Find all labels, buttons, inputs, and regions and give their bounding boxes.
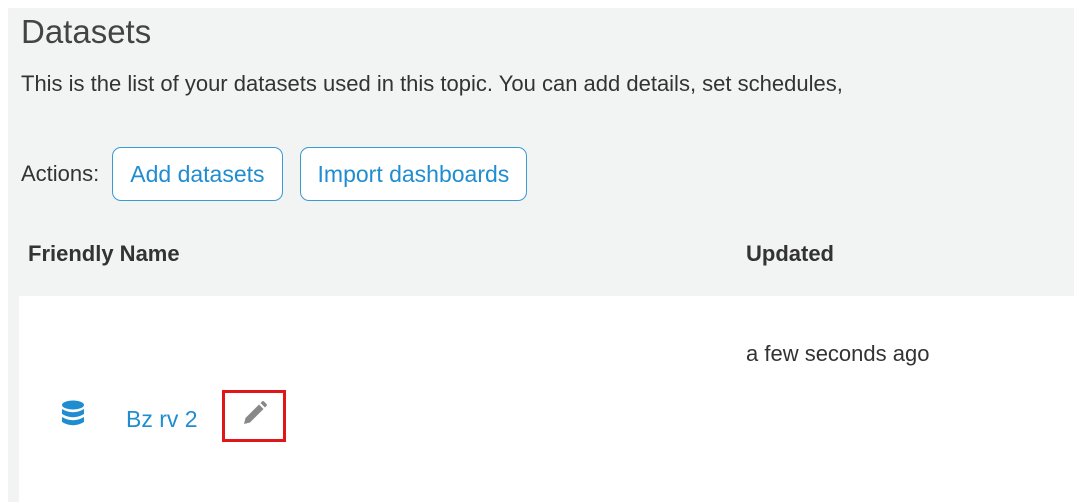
database-icon — [61, 400, 85, 430]
page-description: This is the list of your datasets used i… — [21, 71, 843, 96]
datasets-panel: Datasets This is the list of your datase… — [8, 8, 1074, 502]
column-header-friendly-name[interactable]: Friendly Name — [28, 241, 180, 267]
updated-cell: a few seconds ago — [746, 341, 930, 366]
add-datasets-button[interactable]: Add datasets — [112, 147, 283, 201]
import-dashboards-button[interactable]: Import dashboards — [299, 147, 528, 201]
pencil-icon — [240, 400, 268, 433]
actions-bar: Actions: Add datasets Import dashboards — [21, 146, 544, 202]
table-row: Bz rv 2 a few seconds ago — [19, 296, 1074, 502]
column-header-updated[interactable]: Updated — [746, 241, 834, 267]
dataset-name-link[interactable]: Bz rv 2 — [126, 406, 198, 433]
actions-label: Actions: — [21, 161, 100, 186]
page-title: Datasets — [21, 13, 152, 50]
edit-dataset-button[interactable] — [222, 390, 286, 442]
